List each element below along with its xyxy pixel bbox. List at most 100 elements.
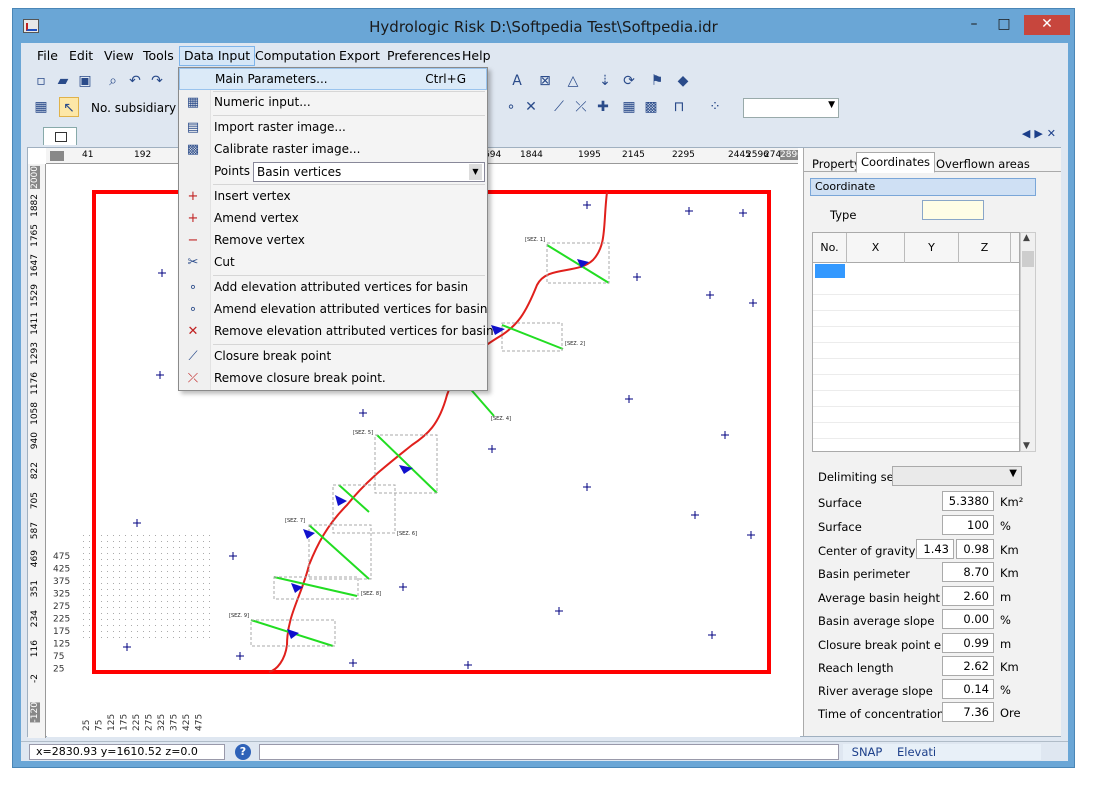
scroll-up-icon[interactable]: ▲ <box>1023 233 1030 243</box>
menu-item-amend-elev-vertices[interactable]: ∘ Amend elevation attributed vertices fo… <box>179 299 488 321</box>
prop-value-y[interactable]: 0.98 <box>956 539 994 559</box>
flag-icon[interactable]: ⚑ <box>647 71 667 91</box>
table-row[interactable] <box>813 311 1019 327</box>
selected-cell[interactable] <box>815 264 845 278</box>
table-row[interactable] <box>813 359 1019 375</box>
toolbar-combo[interactable]: ▼ <box>743 98 839 118</box>
add-elev-vertex-icon[interactable]: ∘ <box>501 97 521 117</box>
prop-value[interactable]: 0.99 <box>942 633 994 653</box>
prop-value[interactable]: 2.62 <box>942 656 994 676</box>
document-tab[interactable] <box>43 127 77 145</box>
prop-value[interactable]: 0.00 <box>942 609 994 629</box>
refresh-icon[interactable]: ⟳ <box>619 71 639 91</box>
menu-tools[interactable]: Tools <box>139 48 178 63</box>
table-row[interactable] <box>813 343 1019 359</box>
grid-dot <box>101 595 102 596</box>
menu-item-cut[interactable]: ✂ Cut <box>179 252 487 274</box>
maximize-button[interactable]: □ <box>990 15 1018 35</box>
menu-item-import-raster[interactable]: ▤ Import raster image... <box>179 117 487 139</box>
table-row[interactable] <box>813 423 1019 439</box>
open-folder-icon[interactable]: ▰ <box>53 71 73 91</box>
save-icon[interactable]: ▣ <box>75 71 95 91</box>
color-palette-icon[interactable]: ◆ <box>673 71 693 91</box>
menu-item-remove-closure-break-point[interactable]: ⤫ Remove closure break point. <box>179 368 487 390</box>
table-row[interactable] <box>813 295 1019 311</box>
coordinates-grid[interactable]: No. X Y Z <box>812 232 1020 452</box>
menu-item-remove-vertex[interactable]: − Remove vertex <box>179 230 487 252</box>
menu-export[interactable]: Export <box>335 48 384 63</box>
inset-x-tick: 125 <box>107 714 117 731</box>
tab-coordinates[interactable]: Coordinates <box>856 152 936 173</box>
redo-icon[interactable]: ↷ <box>147 71 167 91</box>
prop-value-x[interactable]: 1.43 <box>916 539 954 559</box>
grid-icon[interactable]: ⊠ <box>535 71 555 91</box>
flow-down-icon[interactable]: ⇣ <box>595 71 615 91</box>
help-icon[interactable]: ? <box>235 744 251 760</box>
ruler-tick: 351 <box>30 580 40 598</box>
add-cross-icon[interactable]: ✚ <box>593 97 613 117</box>
table-row[interactable] <box>813 279 1019 295</box>
pointer-icon[interactable]: ↖ <box>59 97 79 117</box>
menu-item-numeric-input[interactable]: ▦ Numeric input... <box>179 92 487 114</box>
menu-item-closure-break-point[interactable]: ⟋ Closure break point <box>179 346 487 368</box>
prop-value[interactable]: 5.3380 <box>942 491 994 511</box>
menu-edit[interactable]: Edit <box>65 48 97 63</box>
scroll-down-icon[interactable]: ▼ <box>1023 441 1030 451</box>
prop-value[interactable]: 8.70 <box>942 562 994 582</box>
table-row[interactable] <box>813 407 1019 423</box>
menu-computation[interactable]: Computation <box>251 48 340 63</box>
prop-value[interactable]: 7.36 <box>942 702 994 722</box>
drops-icon[interactable]: ⁘ <box>705 97 725 117</box>
new-file-icon[interactable]: ▫ <box>31 71 51 91</box>
table-row[interactable] <box>813 375 1019 391</box>
closure-line-icon[interactable]: ⟋ <box>549 97 569 117</box>
tab-navigation[interactable]: ◀▶✕ <box>1022 127 1060 140</box>
menu-view[interactable]: View <box>100 48 138 63</box>
menu-item-remove-elev-vertices[interactable]: ✕ Remove elevation attributed vertices f… <box>179 321 494 343</box>
tab-overflown-areas[interactable]: Overflown areas <box>932 155 1034 173</box>
undo-icon[interactable]: ↶ <box>125 71 145 91</box>
delimiting-segment-select[interactable]: ▼ <box>892 466 1022 486</box>
grid-dot <box>83 601 84 602</box>
table-row[interactable] <box>813 439 1019 451</box>
grid-dot <box>185 553 186 554</box>
scroll-thumb[interactable] <box>1022 251 1034 267</box>
raster-icon[interactable]: ▦ <box>619 97 639 117</box>
grid-dot <box>107 619 108 620</box>
minimize-button[interactable]: – <box>960 15 988 35</box>
numeric-icon[interactable]: ▦ <box>31 97 51 117</box>
prop-value[interactable]: 0.14 <box>942 679 994 699</box>
points-select[interactable]: ▼ Basin vertices <box>253 162 485 182</box>
grid-dot <box>125 613 126 614</box>
menu-preferences[interactable]: Preferences <box>383 48 465 63</box>
menu-help[interactable]: Help <box>458 48 495 63</box>
text-icon[interactable]: A <box>507 71 527 91</box>
grid-dot <box>101 535 102 536</box>
grid-dot <box>131 631 132 632</box>
calibrate-icon[interactable]: ▩ <box>641 97 661 117</box>
menu-item-amend-vertex[interactable]: + Amend vertex <box>179 208 487 230</box>
menu-item-main-parameters[interactable]: Main Parameters... Ctrl+G <box>179 68 487 90</box>
type-input[interactable] <box>922 200 984 220</box>
peak-icon[interactable]: △ <box>563 71 583 91</box>
print-preview-icon[interactable]: ⌕ <box>103 71 123 91</box>
menu-file[interactable]: File <box>33 48 62 63</box>
grid-dot <box>113 631 114 632</box>
prop-value[interactable]: 100 <box>942 515 994 535</box>
chevron-down-icon: ▼ <box>1009 468 1017 479</box>
remove-elev-vertex-icon[interactable]: ✕ <box>521 97 541 117</box>
menu-data-input[interactable]: Data Input <box>179 46 256 66</box>
lock-icon[interactable]: ⊓ <box>669 97 689 117</box>
menu-item-label: Calibrate raster image... <box>214 142 361 156</box>
snap-toggle[interactable]: SNAP <box>843 744 891 760</box>
menu-item-calibrate-raster[interactable]: ▩ Calibrate raster image... <box>179 139 487 161</box>
close-button[interactable]: ✕ <box>1024 15 1070 35</box>
table-row[interactable] <box>813 391 1019 407</box>
ruler-tick: 822 <box>30 462 40 480</box>
menu-item-add-elev-vertices[interactable]: ∘ Add elevation attributed vertices for … <box>179 277 487 299</box>
table-row[interactable] <box>813 327 1019 343</box>
remove-closure-icon[interactable]: ⤫ <box>571 97 591 117</box>
menu-item-insert-vertex[interactable]: + Insert vertex <box>179 186 487 208</box>
prop-value[interactable]: 2.60 <box>942 586 994 606</box>
grid-scrollbar[interactable]: ▲ ▼ <box>1020 232 1036 452</box>
